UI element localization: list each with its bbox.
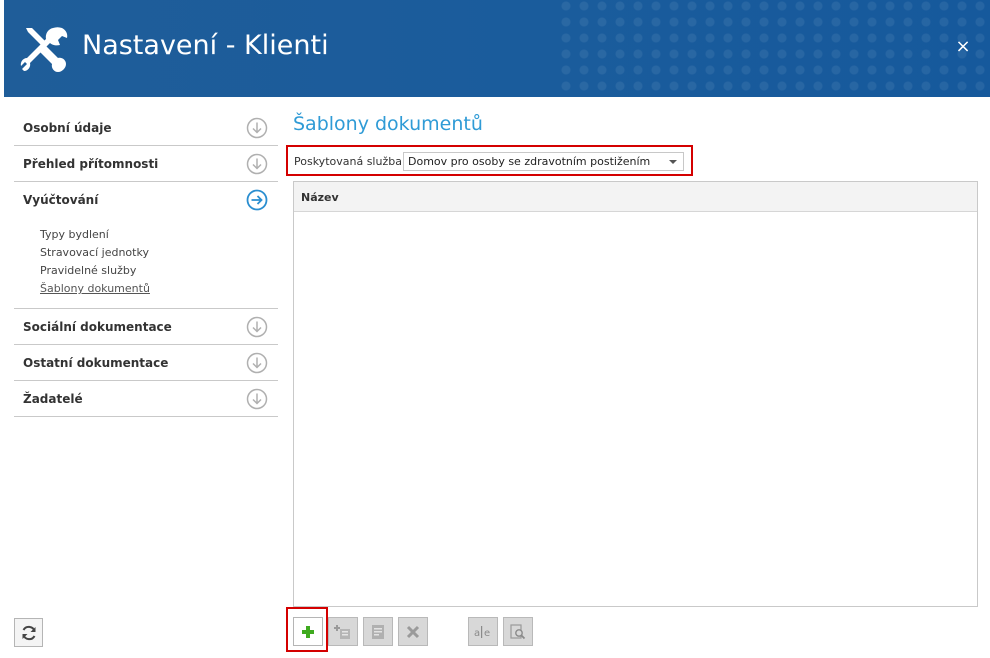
column-header-nazev[interactable]: Název [301, 191, 339, 204]
sidebar-subitem-pravidelne-sluzby[interactable]: Pravidelné služby [40, 262, 278, 280]
refresh-button[interactable] [14, 618, 43, 647]
service-select-value: Domov pro osoby se zdravotním postižením [408, 155, 651, 168]
sidebar-subitem-sablony-dokumentu[interactable]: Šablony dokumentů [40, 280, 278, 298]
svg-text:e: e [484, 628, 490, 639]
window-header: Nastavení - Klienti × [4, 0, 990, 97]
rename-button[interactable]: a e [468, 617, 498, 646]
sidebar-item-label: Vyúčtování [23, 193, 99, 207]
close-icon[interactable]: × [954, 38, 972, 56]
service-filter: Poskytovaná služba: Domov pro osoby se z… [286, 145, 693, 176]
arrow-down-circle-icon [246, 388, 268, 410]
sidebar-item-vyuctovani[interactable]: Vyúčtování [14, 182, 278, 218]
sidebar-item-zadatele[interactable]: Žadatelé [14, 381, 278, 417]
edit-document-icon [372, 624, 384, 639]
text-edit-icon: a e [474, 625, 490, 639]
sidebar-subitem-stravovaci-jednotky[interactable]: Stravovací jednotky [40, 244, 278, 262]
sidebar-item-label: Sociální dokumentace [23, 319, 172, 334]
header-pattern [560, 0, 990, 97]
service-select[interactable]: Domov pro osoby se zdravotním postižením [403, 152, 684, 171]
svg-text:a: a [474, 628, 480, 639]
sidebar-subitems: Typy bydlení Stravovací jednotky Pravide… [14, 218, 278, 309]
service-filter-label: Poskytovaná služba: [294, 155, 406, 168]
sidebar-item-label: Ostatní dokumentace [23, 355, 169, 370]
sidebar-subitem-typy-bydleni[interactable]: Typy bydlení [40, 226, 278, 244]
arrow-down-circle-icon [246, 316, 268, 338]
delete-button[interactable] [398, 617, 428, 646]
page-title: Šablony dokumentů [293, 113, 483, 135]
sidebar-item-label: Přehled přítomnosti [23, 156, 159, 171]
edit-button[interactable] [363, 617, 393, 646]
add-copy-button[interactable] [328, 617, 358, 646]
delete-x-icon [406, 625, 420, 638]
sidebar-item-ostatni-dokumentace[interactable]: Ostatní dokumentace [14, 345, 278, 381]
chevron-down-icon [669, 160, 677, 164]
sidebar-item-osobni-udaje[interactable]: Osobní údaje [14, 110, 278, 146]
refresh-icon [22, 625, 35, 640]
preview-button[interactable] [503, 617, 533, 646]
sidebar-item-prehled-pritomnosti[interactable]: Přehled přítomnosti [14, 146, 278, 182]
templates-grid: Název [293, 181, 978, 607]
grid-header: Název [294, 182, 977, 212]
plus-icon [302, 625, 314, 638]
arrow-down-circle-icon [246, 153, 268, 175]
sidebar: Osobní údaje Přehled přítomnosti Vyúčtov… [14, 110, 278, 417]
add-copy-icon [334, 624, 350, 639]
add-button[interactable] [293, 617, 323, 646]
arrow-down-circle-icon [246, 352, 268, 374]
wrench-screwdriver-icon [20, 27, 68, 72]
preview-magnifier-icon [510, 623, 526, 639]
sidebar-item-label: Žadatelé [23, 391, 83, 406]
arrow-right-circle-icon [246, 189, 268, 211]
arrow-down-circle-icon [246, 117, 268, 139]
sidebar-item-label: Osobní údaje [23, 120, 112, 135]
sidebar-item-socialni-dokumentace[interactable]: Sociální dokumentace [14, 309, 278, 345]
window-title: Nastavení - Klienti [82, 30, 329, 61]
